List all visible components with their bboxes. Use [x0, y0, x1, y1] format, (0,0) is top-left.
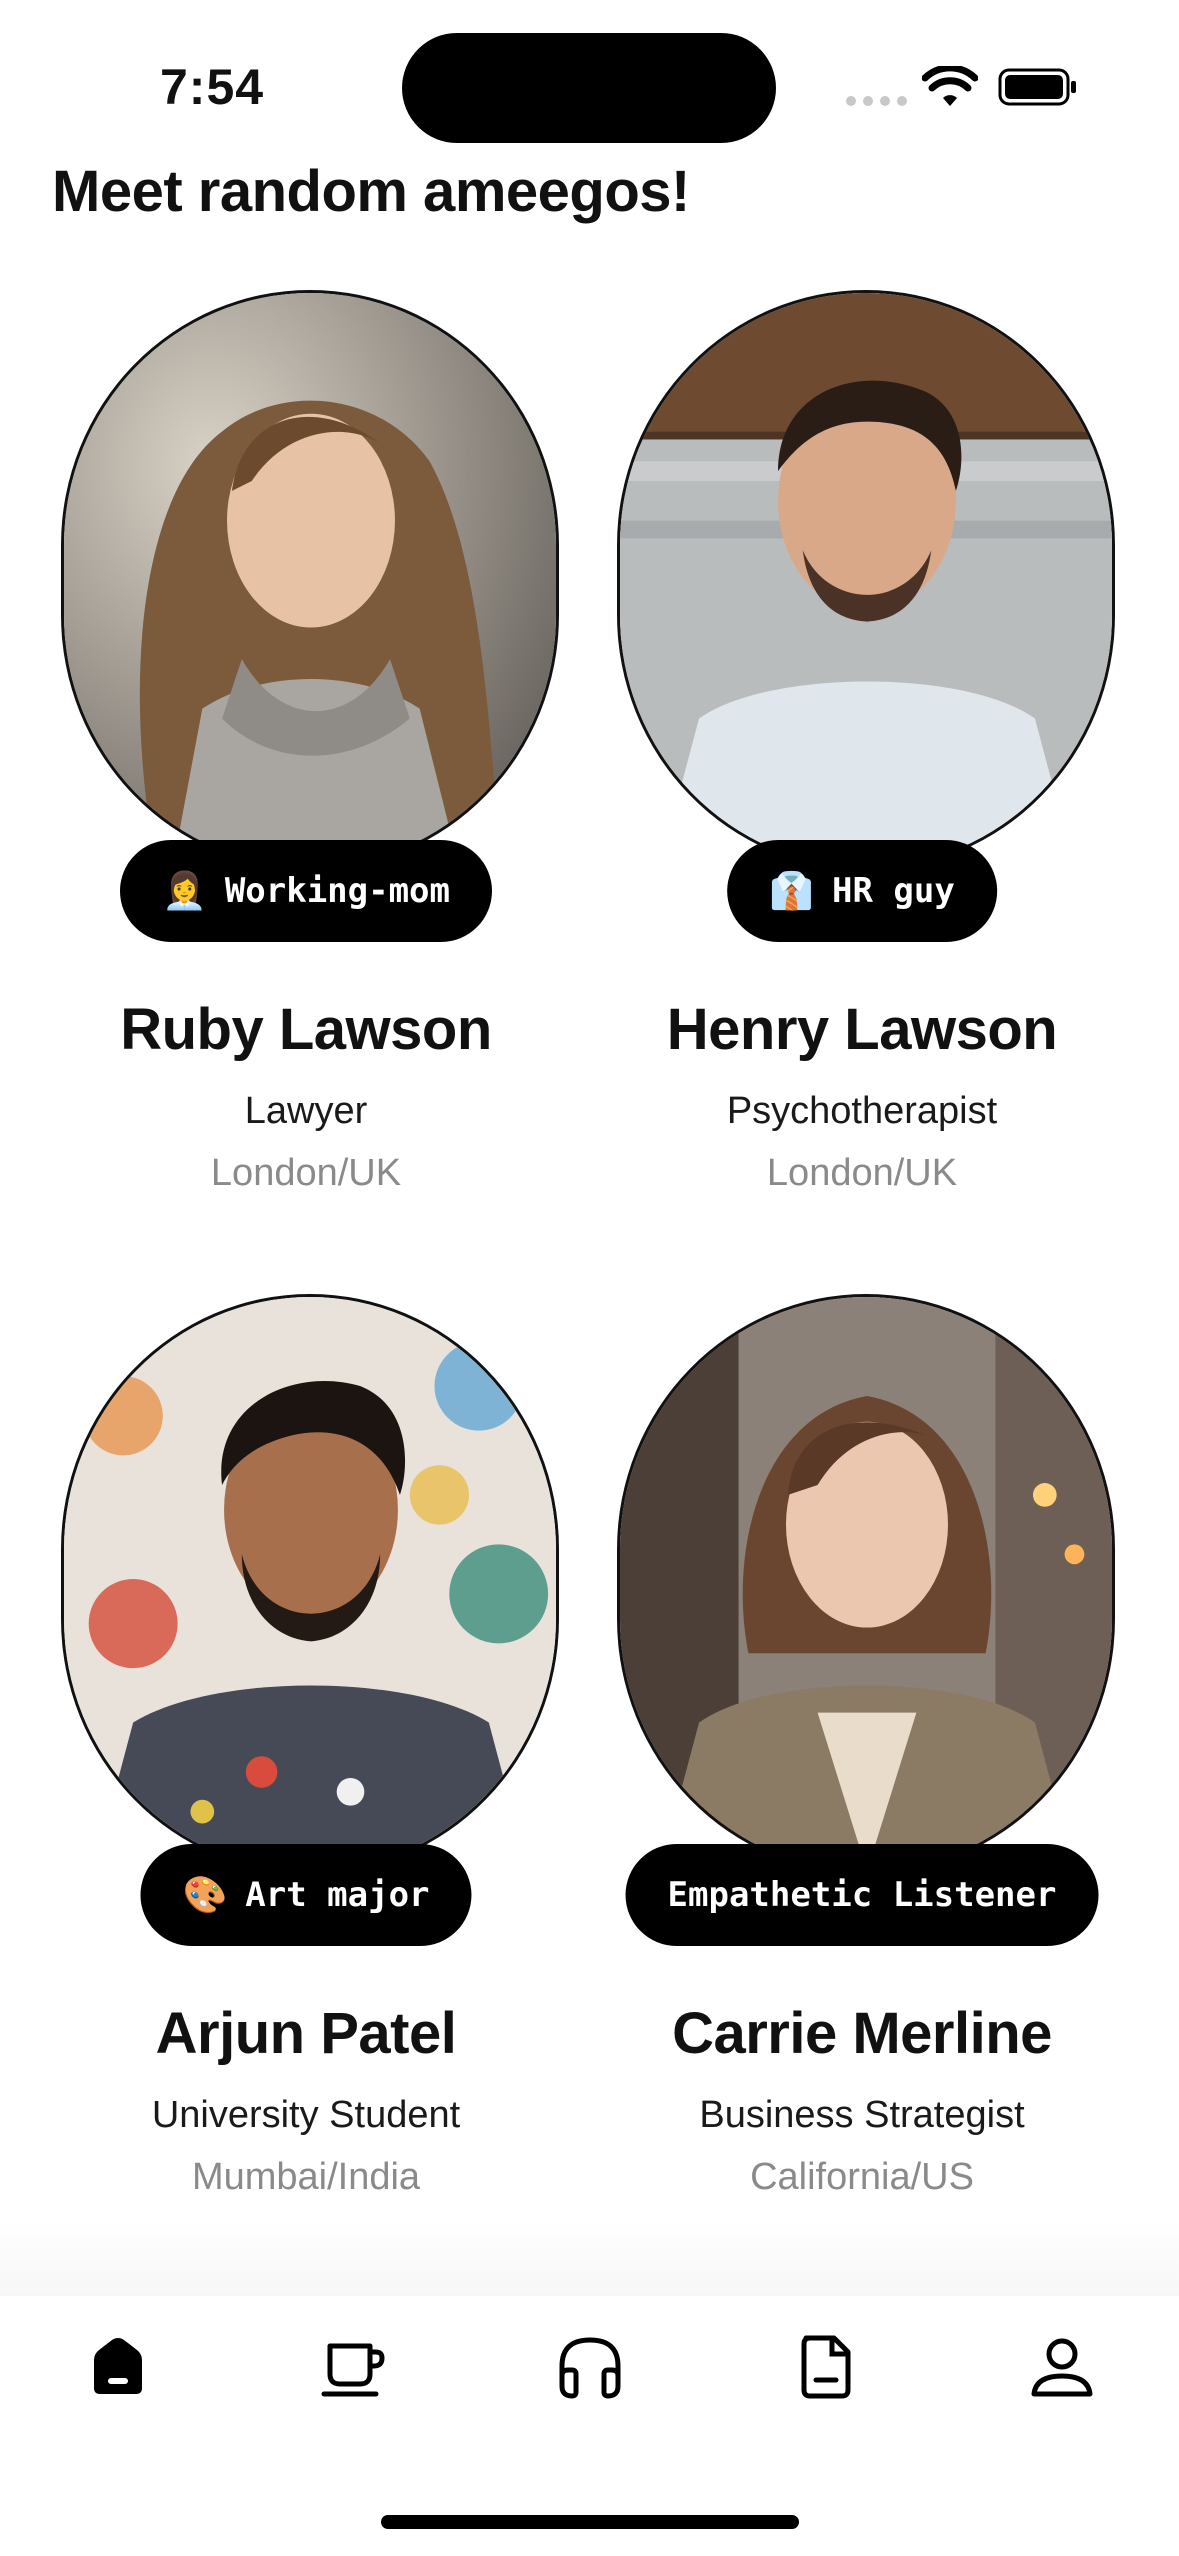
profile-job: Lawyer [244, 1090, 368, 1132]
badge: 🎨 Art major [140, 1844, 472, 1946]
profile-name: Carrie Merline [672, 2001, 1052, 2066]
profile-name: Ruby Lawson [120, 997, 492, 1062]
badge-text: Working-mom [224, 871, 450, 911]
battery-icon [998, 68, 1076, 106]
home-indicator[interactable] [381, 2515, 799, 2529]
profile-name: Arjun Patel [155, 2001, 457, 2066]
profile-card-arjun[interactable]: 🎨 Art major Arjun Patel University Stude… [50, 1294, 562, 2254]
badge: Empathetic Listener [625, 1844, 1099, 1946]
tab-documents[interactable] [786, 2326, 866, 2406]
status-time: 7:54 [160, 59, 265, 115]
profile-photo [617, 290, 1115, 870]
profile-card-henry[interactable]: 👔 HR guy Henry Lawson Psychotherapist Lo… [606, 290, 1118, 1250]
profile-location: California/US [750, 2156, 974, 2198]
profile-job: Business Strategist [699, 2094, 1025, 2136]
tabbar-fade [0, 2220, 1179, 2296]
profile-job: University Student [151, 2094, 461, 2136]
headphones-icon [559, 2337, 621, 2399]
profile-photo [61, 290, 559, 870]
profile-card-carrie[interactable]: Empathetic Listener Carrie Merline Busin… [606, 1294, 1118, 2254]
page-title: Meet random ameegos! [52, 159, 690, 224]
cup-icon [321, 2343, 385, 2397]
home-icon [94, 2338, 142, 2394]
badge: 👔 HR guy [727, 840, 997, 942]
tab-cafe[interactable] [314, 2326, 394, 2406]
profile-icon [1031, 2338, 1093, 2397]
badge-emoji: 🎨 [182, 1875, 228, 1916]
profile-card-ruby[interactable]: 👩‍💼 Working-mom Ruby Lawson Lawyer Londo… [50, 290, 562, 1250]
profile-location: Mumbai/India [191, 2156, 421, 2198]
dynamic-island [402, 33, 776, 143]
wifi-icon [922, 66, 978, 106]
tab-audio[interactable] [550, 2326, 630, 2406]
badge-emoji: 👩‍💼 [162, 871, 207, 912]
badge-text: HR guy [832, 871, 955, 911]
cellular-signal-icon [846, 96, 907, 106]
profile-photo [617, 1294, 1115, 1874]
profile-location: London/UK [210, 1152, 402, 1194]
badge-emoji: 👔 [769, 871, 814, 912]
document-icon [801, 2335, 851, 2399]
badge-text: Empathetic Listener [667, 1875, 1057, 1915]
profile-job: Psychotherapist [726, 1090, 998, 1132]
badge: 👩‍💼 Working-mom [120, 840, 492, 942]
badge-text: Art major [245, 1875, 430, 1915]
tab-home[interactable] [78, 2326, 158, 2406]
profile-name: Henry Lawson [666, 997, 1058, 1062]
tab-profile[interactable] [1022, 2326, 1102, 2406]
profile-photo [61, 1294, 559, 1874]
profile-location: London/UK [766, 1152, 958, 1194]
